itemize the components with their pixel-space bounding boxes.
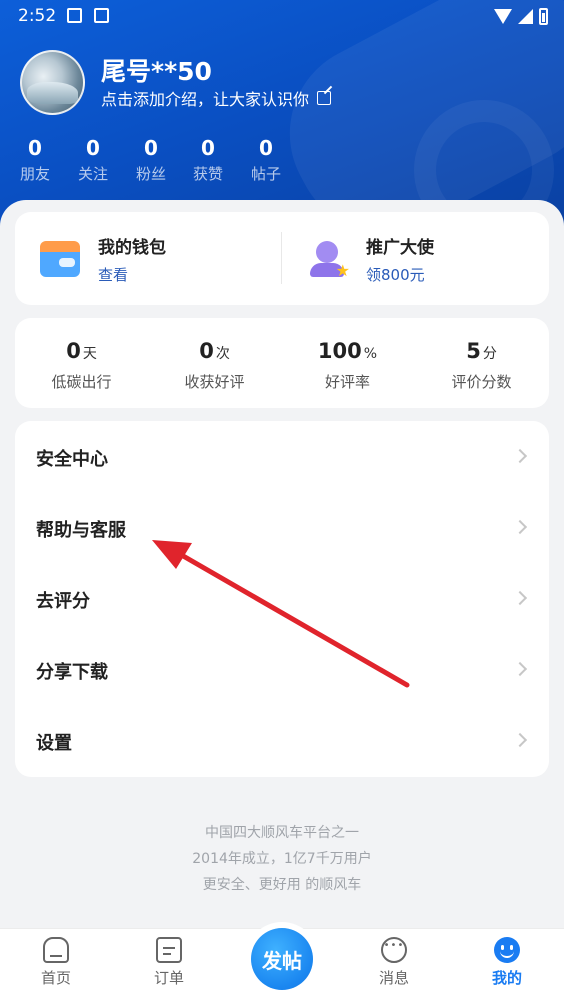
ambassador-action: 领800元 bbox=[366, 265, 425, 284]
slogan-line: 中国四大顺风车平台之一 bbox=[205, 825, 359, 841]
stat-value: 0 bbox=[259, 136, 273, 160]
stat-label: 关注 bbox=[77, 165, 108, 183]
tab-label: 消息 bbox=[378, 969, 409, 987]
wallet-icon bbox=[40, 240, 80, 277]
menu-item-label: 分享下载 bbox=[36, 662, 108, 683]
ambassador-icon: ★ bbox=[308, 239, 350, 279]
signal-icon bbox=[518, 8, 533, 24]
chevron-right-icon bbox=[512, 448, 528, 464]
metric-unit: 分 bbox=[482, 346, 497, 362]
slogan-line: 2014年成立，1亿7千万用户 bbox=[192, 851, 372, 867]
chevron-right-icon bbox=[512, 590, 528, 606]
menu-item-label: 设置 bbox=[36, 733, 72, 754]
home-icon bbox=[43, 937, 69, 963]
status-bar: 2:52 bbox=[0, 0, 564, 32]
menu-item-rate[interactable]: 去评分 bbox=[15, 563, 549, 634]
menu-item-label: 去评分 bbox=[36, 591, 90, 612]
metric-label: 低碳出行 bbox=[51, 373, 112, 391]
divider bbox=[281, 232, 282, 284]
tab-me[interactable]: 我的 bbox=[472, 937, 542, 988]
wallet-action: 查看 bbox=[98, 265, 129, 284]
stat-value: 0 bbox=[86, 136, 100, 160]
status-time: 2:52 bbox=[18, 6, 57, 26]
metric-label: 评价分数 bbox=[451, 373, 512, 391]
chevron-right-icon bbox=[512, 732, 528, 748]
stat-label: 获赞 bbox=[192, 165, 223, 183]
username[interactable]: 尾号**50 bbox=[101, 52, 212, 88]
stat-label: 粉丝 bbox=[135, 165, 166, 183]
order-icon bbox=[156, 937, 182, 963]
stat-friends[interactable]: 0 朋友 bbox=[13, 136, 57, 184]
chevron-right-icon bbox=[512, 519, 528, 535]
wallet-card: 我的钱包 查看 ★ 推广大使 领800元 bbox=[15, 212, 549, 305]
menu-item-settings[interactable]: 设置 bbox=[15, 705, 549, 776]
tab-label: 我的 bbox=[491, 969, 522, 987]
metric-score: 5分 评价分数 bbox=[415, 338, 548, 392]
wallet-entry[interactable]: 我的钱包 查看 bbox=[40, 212, 166, 305]
tab-label: 订单 bbox=[153, 969, 184, 987]
message-icon bbox=[381, 937, 407, 963]
tab-messages[interactable]: 消息 bbox=[359, 937, 429, 988]
stat-value: 0 bbox=[144, 136, 158, 160]
menu-item-security[interactable]: 安全中心 bbox=[15, 421, 549, 492]
metric-label: 收获好评 bbox=[184, 373, 245, 391]
metric-value: 0 bbox=[66, 339, 81, 363]
stat-value: 0 bbox=[201, 136, 215, 160]
metric-good-reviews: 0次 收获好评 bbox=[148, 338, 281, 392]
post-button[interactable]: 发帖 bbox=[251, 928, 313, 990]
metric-value: 0 bbox=[199, 339, 214, 363]
edit-icon bbox=[317, 91, 332, 105]
bio-link[interactable]: 点击添加介绍，让大家认识你 bbox=[101, 86, 332, 110]
metric-unit: 天 bbox=[82, 346, 97, 362]
metric-low-carbon: 0天 低碳出行 bbox=[15, 338, 148, 392]
metric-rating-rate: 100% 好评率 bbox=[281, 338, 414, 392]
slogan-line: 更安全、更好用 的顺风车 bbox=[202, 877, 362, 893]
wallet-title: 我的钱包 bbox=[98, 237, 166, 258]
metric-label: 好评率 bbox=[324, 373, 370, 391]
metric-value: 100 bbox=[317, 339, 362, 363]
gallery-notification-icon bbox=[67, 8, 82, 23]
stat-following[interactable]: 0 关注 bbox=[71, 136, 115, 184]
tab-label: 首页 bbox=[40, 969, 71, 987]
stat-likes[interactable]: 0 获赞 bbox=[186, 136, 230, 184]
smiley-icon bbox=[494, 937, 520, 963]
stat-fans[interactable]: 0 粉丝 bbox=[129, 136, 173, 184]
stat-posts[interactable]: 0 帖子 bbox=[244, 136, 288, 184]
wifi-icon bbox=[494, 8, 512, 24]
ambassador-entry[interactable]: ★ 推广大使 领800元 bbox=[308, 212, 434, 305]
metric-unit: % bbox=[363, 346, 378, 362]
chevron-right-icon bbox=[512, 661, 528, 677]
status-indicators bbox=[494, 6, 548, 26]
metric-value: 5 bbox=[466, 339, 481, 363]
metric-unit: 次 bbox=[215, 346, 230, 362]
tab-home[interactable]: 首页 bbox=[21, 937, 91, 988]
menu-item-help[interactable]: 帮助与客服 bbox=[15, 492, 549, 563]
menu-item-share[interactable]: 分享下载 bbox=[15, 634, 549, 705]
stat-value: 0 bbox=[28, 136, 42, 160]
ambassador-title: 推广大使 bbox=[366, 237, 434, 258]
avatar[interactable] bbox=[20, 50, 85, 115]
app-notification-icon bbox=[94, 8, 109, 23]
stat-label: 帖子 bbox=[250, 165, 281, 183]
menu-item-label: 安全中心 bbox=[36, 449, 108, 470]
menu-card: 安全中心 帮助与客服 去评分 分享下载 设置 bbox=[15, 421, 549, 777]
stat-label: 朋友 bbox=[19, 165, 50, 183]
bio-text: 点击添加介绍，让大家认识你 bbox=[101, 90, 310, 109]
battery-icon bbox=[539, 7, 548, 25]
tab-orders[interactable]: 订单 bbox=[134, 937, 204, 988]
metrics-card: 0天 低碳出行 0次 收获好评 100% 好评率 5分 评价分数 bbox=[15, 318, 549, 408]
menu-item-label: 帮助与客服 bbox=[36, 520, 126, 541]
